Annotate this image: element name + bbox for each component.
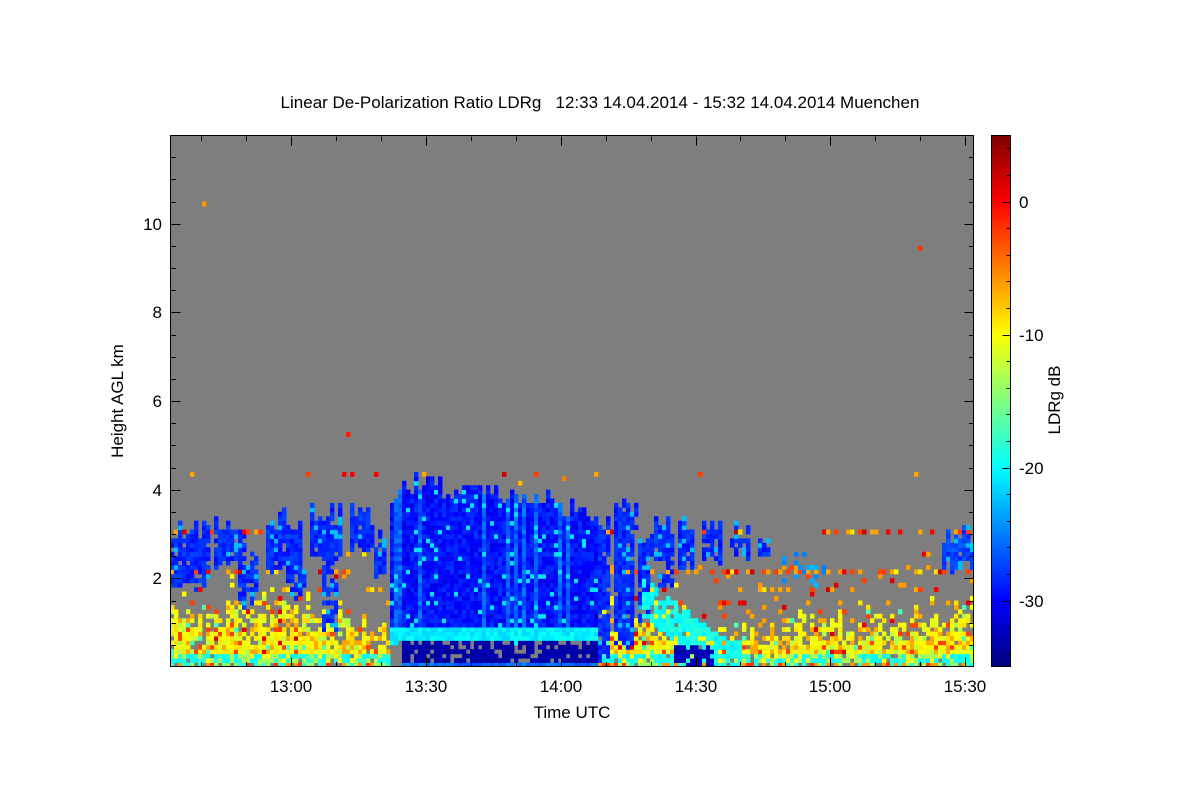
x-tick-label: 15:30 bbox=[943, 677, 987, 696]
colorbar-tick-label: 0 bbox=[1019, 193, 1029, 212]
y-tick-label: 8 bbox=[152, 303, 162, 322]
y-tick-label: 10 bbox=[143, 215, 162, 234]
y-tick-label: 2 bbox=[152, 569, 162, 588]
x-tick-label: 14:00 bbox=[539, 677, 583, 696]
colorbar-tick-label: -10 bbox=[1019, 326, 1044, 345]
x-tick-label: 13:00 bbox=[269, 677, 313, 696]
x-tick-label: 14:30 bbox=[674, 677, 718, 696]
colorbar-tick-label: -20 bbox=[1019, 459, 1044, 478]
x-axis-label: Time UTC bbox=[533, 703, 611, 722]
x-tick-label: 13:30 bbox=[404, 677, 448, 696]
axes-canvas bbox=[0, 0, 1200, 800]
ldr-time-height-figure: Linear De-Polarization Ratio LDRg 12:33 … bbox=[0, 0, 1200, 800]
colorbar-tick-label: -30 bbox=[1019, 592, 1044, 611]
y-tick-label: 4 bbox=[152, 481, 162, 500]
x-tick-label: 15:00 bbox=[808, 677, 852, 696]
colorbar-label: LDRg dB bbox=[1045, 365, 1064, 435]
y-tick-label: 6 bbox=[152, 392, 162, 411]
